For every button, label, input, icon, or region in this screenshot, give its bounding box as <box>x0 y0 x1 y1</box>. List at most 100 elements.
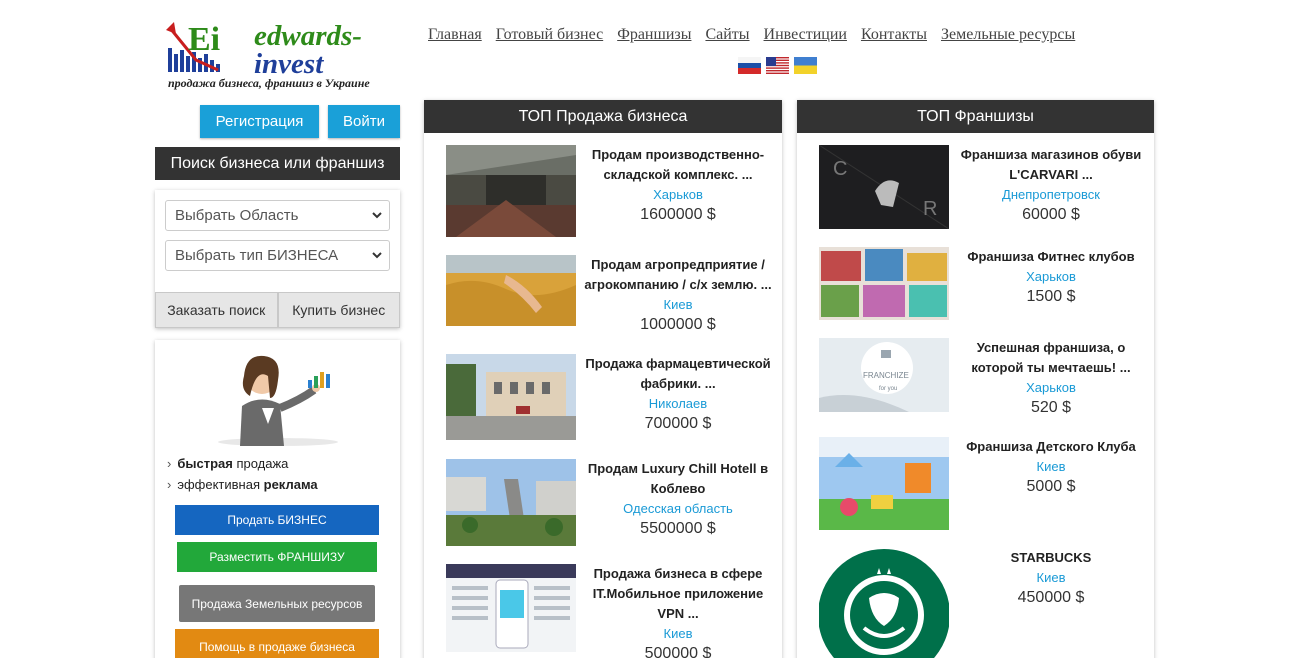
franchise-item[interactable]: FRANCHIZE for you Успешная франшиза, о к… <box>797 338 1154 418</box>
nav-ready-business[interactable]: Готовый бизнес <box>496 26 603 44</box>
nav-land-resources[interactable]: Земельные ресурсы <box>941 26 1075 44</box>
business-thumb-factory <box>446 354 576 440</box>
svg-text:FRANCHIZE: FRANCHIZE <box>863 371 909 380</box>
business-city: Одесская область <box>623 501 733 516</box>
business-type-select[interactable]: Выбрать тип БИЗНЕСА <box>165 240 390 271</box>
order-search-button[interactable]: Заказать поиск <box>155 292 278 328</box>
franchise-info: Успешная франшиза, о которой ты мечтаешь… <box>951 338 1151 418</box>
franchise-title: Успешная франшиза, о которой ты мечтаешь… <box>971 340 1131 375</box>
register-button[interactable]: Регистрация <box>200 105 319 138</box>
business-title: Продам Luxury Chill Hotell в Коблево <box>587 461 769 496</box>
logo-tagline: продажа бизнеса, франшиз в Украине <box>168 76 370 90</box>
region-select-label: Выбрать Область <box>175 207 299 224</box>
business-title: Продажа фармацевтической фабрики. ... <box>585 356 771 391</box>
sell-business-button[interactable]: Продать БИЗНЕС <box>175 505 379 535</box>
franchise-price: 5000 $ <box>1026 478 1076 495</box>
business-thumb-vpn-app <box>446 564 576 652</box>
business-price: 5500000 $ <box>640 520 716 537</box>
chevron-right-icon: › <box>167 477 172 492</box>
search-panel: Выбрать Область Выбрать тип БИЗНЕСА Зака… <box>155 190 400 328</box>
site-logo[interactable]: Ei edwards- invest продажа бизнеса, фран… <box>166 20 406 92</box>
business-info: Продам агропредприятие / агрокомпанию / … <box>578 255 778 335</box>
language-switcher <box>738 57 817 74</box>
business-city: Киев <box>663 626 693 641</box>
business-info: Продам Luxury Chill Hotell в Коблево Оде… <box>578 459 778 539</box>
business-info: Продажа фармацевтической фабрики. ... Ни… <box>578 354 778 434</box>
franchise-price: 520 $ <box>1030 399 1072 416</box>
business-type-select-label: Выбрать тип БИЗНЕСА <box>175 247 339 264</box>
franchise-thumb-fitness <box>819 247 949 320</box>
login-button[interactable]: Войти <box>328 105 400 138</box>
business-title: Продам агропредприятие / агрокомпанию / … <box>584 257 772 292</box>
business-title: Продажа бизнеса в сфере IT.Мобильное при… <box>592 566 764 621</box>
franchise-city: Харьков <box>1026 269 1076 284</box>
promo-bullet-ads: › эффективная реклама <box>167 477 318 492</box>
business-info: Продам производственно-складской комплек… <box>578 145 778 225</box>
franchise-price: 1500 $ <box>1026 288 1076 305</box>
business-city: Харьков <box>653 187 703 202</box>
main-nav: Главная Готовый бизнес Франшизы Сайты Ин… <box>428 26 1075 44</box>
business-city: Киев <box>663 297 693 312</box>
promo-bullet-fast-sale: › быстрая продажа <box>167 456 289 471</box>
business-thumb-wheat <box>446 255 576 326</box>
svg-text:R: R <box>923 198 937 220</box>
franchise-city: Киев <box>1036 459 1066 474</box>
flag-ru-icon[interactable] <box>738 57 761 74</box>
search-actions: Заказать поиск Купить бизнес <box>155 292 400 328</box>
franchise-item[interactable]: STARBUCKS Киев 450000 $ <box>797 548 1154 658</box>
svg-text:for you: for you <box>879 386 897 392</box>
business-city: Николаев <box>648 396 708 411</box>
flag-us-icon[interactable] <box>766 57 789 74</box>
franchise-title: Франшиза Фитнес клубов <box>967 249 1135 264</box>
logo-chart-icon: Ei <box>166 21 220 72</box>
franchise-info: Франшиза Детского Клуба Киев 5000 $ <box>951 437 1151 497</box>
business-item[interactable]: Продажа бизнеса в сфере IT.Мобильное при… <box>424 564 782 658</box>
promo-panel: › быстрая продажа › эффективная реклама Пр… <box>155 340 400 658</box>
franchise-title: STARBUCKS <box>1010 550 1092 565</box>
business-price: 1000000 $ <box>640 316 716 333</box>
search-title: Поиск бизнеса или франшиз <box>155 147 400 180</box>
chevron-right-icon: › <box>167 456 172 471</box>
business-info: Продажа бизнеса в сфере IT.Мобильное при… <box>578 564 778 658</box>
franchise-city: Киев <box>1036 570 1066 585</box>
promo-woman-image <box>218 355 338 446</box>
franchise-thumb-carvari: C R <box>819 145 949 229</box>
franchise-title: Франшиза магазинов обуви L'CARVARI ... <box>960 147 1142 182</box>
place-franchise-button[interactable]: Разместить ФРАНШИЗУ <box>177 542 377 572</box>
franchise-city: Днепропетровск <box>1002 187 1100 202</box>
nav-investments[interactable]: Инвестиции <box>764 26 847 44</box>
business-item[interactable]: Продам производственно-складской комплек… <box>424 145 782 240</box>
nav-home[interactable]: Главная <box>428 26 482 44</box>
franchise-thumb-for-you: FRANCHIZE for you <box>819 338 949 412</box>
nav-franchises[interactable]: Франшизы <box>617 26 691 44</box>
land-resources-button[interactable]: Продажа Земельных ресурсов <box>179 585 375 622</box>
franchise-thumb-starbucks <box>819 548 949 658</box>
business-thumb-warehouse <box>446 145 576 237</box>
top-franchise-column: ТОП Франшизы C R Франшиза магазинов обув… <box>797 100 1154 658</box>
help-selling-button[interactable]: Помощь в продаже бизнеса <box>175 629 379 658</box>
top-business-title: ТОП Продажа бизнеса <box>424 100 782 133</box>
chevron-down-icon <box>372 252 382 259</box>
nav-sites[interactable]: Сайты <box>705 26 749 44</box>
franchise-thumb-kids-club <box>819 437 949 530</box>
business-price: 500000 $ <box>644 645 712 658</box>
franchise-price: 450000 $ <box>1017 589 1085 606</box>
business-title: Продам производственно-складской комплек… <box>591 147 765 182</box>
business-item[interactable]: Продажа фармацевтической фабрики. ... Ни… <box>424 354 782 444</box>
business-item[interactable]: Продам Luxury Chill Hotell в Коблево Оде… <box>424 459 782 549</box>
buy-business-button[interactable]: Купить бизнес <box>277 292 400 328</box>
franchise-price: 60000 $ <box>1022 206 1080 223</box>
business-price: 1600000 $ <box>640 206 716 223</box>
franchise-item[interactable]: Франшиза Фитнес клубов Харьков 1500 $ <box>797 247 1154 323</box>
top-business-column: ТОП Продажа бизнеса Продам производствен… <box>424 100 782 658</box>
franchise-item[interactable]: Франшиза Детского Клуба Киев 5000 $ <box>797 437 1154 532</box>
region-select[interactable]: Выбрать Область <box>165 200 390 231</box>
flag-ua-icon[interactable] <box>794 57 817 74</box>
business-thumb-hotel <box>446 459 576 546</box>
franchise-item[interactable]: C R Франшиза магазинов обуви L'CARVARI .… <box>797 145 1154 235</box>
svg-text:Ei: Ei <box>188 21 220 58</box>
franchise-city: Харьков <box>1026 380 1076 395</box>
business-item[interactable]: Продам агропредприятие / агрокомпанию / … <box>424 255 782 333</box>
franchise-info: Франшиза магазинов обуви L'CARVARI ... Д… <box>951 145 1151 225</box>
nav-contacts[interactable]: Контакты <box>861 26 927 44</box>
